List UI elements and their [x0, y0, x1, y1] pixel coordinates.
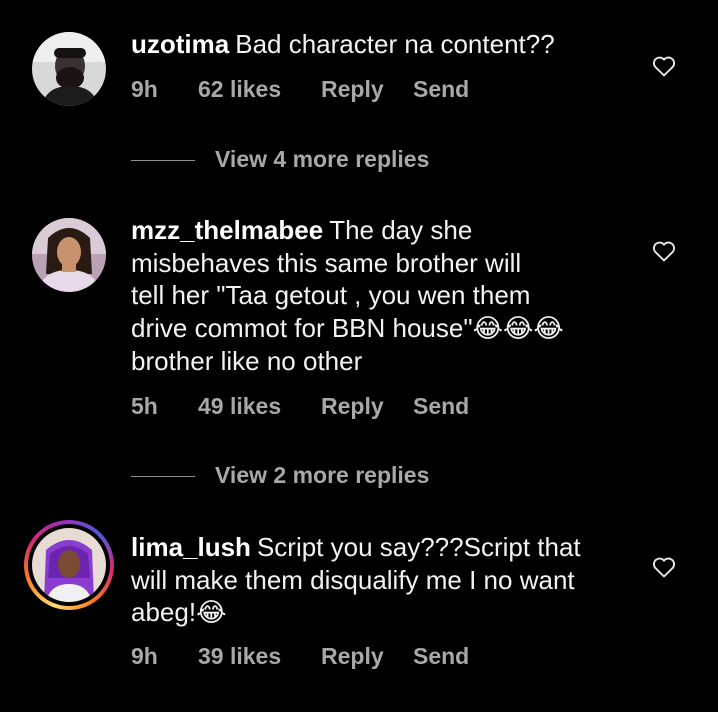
comment-item: lima_lush Script you say???Script that wi…: [0, 520, 718, 690]
heart-outline-icon[interactable]: [652, 556, 676, 578]
avatar[interactable]: [32, 32, 106, 106]
timestamp[interactable]: 5h: [131, 393, 158, 420]
comment-text: lima_lush Script you say???Script that wi…: [131, 531, 631, 630]
comment-body-line: misbehaves this same brother will: [131, 247, 522, 278]
likes-count[interactable]: 39 likes: [198, 643, 281, 670]
comment-body-line: brother like no other: [131, 346, 363, 376]
heart-outline-icon[interactable]: [652, 240, 676, 262]
send-button[interactable]: Send: [413, 643, 469, 670]
comment-body: Bad character na content??: [235, 29, 555, 59]
comment-body-line: drive commot for BBN house": [131, 312, 473, 343]
comment-body-line: The day she: [329, 215, 473, 245]
laughing-emoji: 😂: [196, 598, 227, 628]
comment-body-line: Script you say???Script that: [256, 532, 581, 562]
avatar-image: [32, 528, 106, 602]
username-link[interactable]: mzz_thelmabee: [131, 215, 323, 245]
view-more-replies[interactable]: View 4 more replies: [131, 146, 531, 176]
comment-text: mzz_thelmabee The day she misbehaves this…: [131, 214, 631, 378]
avatar[interactable]: [32, 218, 106, 292]
avatar-image: [32, 32, 106, 106]
comment-item: uzotima Bad character na content?? 9h 62 …: [0, 0, 718, 130]
comment-body-line: tell her "Taa getout , you wen them: [131, 280, 531, 310]
username-link[interactable]: lima_lush: [131, 532, 251, 562]
view-more-label[interactable]: View 2 more replies: [215, 462, 429, 489]
send-button[interactable]: Send: [413, 393, 469, 420]
comment-item: mzz_thelmabee The day she misbehaves this…: [0, 200, 718, 440]
heart-outline-icon[interactable]: [652, 55, 676, 77]
comment-body-line: will make them disqualify me I no want: [131, 564, 575, 595]
reply-button[interactable]: Reply: [321, 76, 384, 103]
likes-count[interactable]: 49 likes: [198, 393, 281, 420]
divider-line: [131, 160, 195, 161]
comment-text: uzotima Bad character na content??: [131, 28, 631, 61]
story-ring[interactable]: [24, 520, 114, 610]
reply-button[interactable]: Reply: [321, 393, 384, 420]
comment-body-line: abeg!: [131, 597, 197, 627]
view-more-replies[interactable]: View 2 more replies: [131, 462, 531, 492]
reply-button[interactable]: Reply: [321, 643, 384, 670]
view-more-label[interactable]: View 4 more replies: [215, 146, 429, 173]
avatar: [32, 528, 106, 602]
timestamp[interactable]: 9h: [131, 76, 158, 103]
likes-count[interactable]: 62 likes: [198, 76, 281, 103]
send-button[interactable]: Send: [413, 76, 469, 103]
laughing-emoji: 😂😂😂: [472, 313, 564, 344]
avatar-image: [32, 218, 106, 292]
divider-line: [131, 476, 195, 477]
timestamp[interactable]: 9h: [131, 643, 158, 670]
username-link[interactable]: uzotima: [131, 29, 229, 59]
